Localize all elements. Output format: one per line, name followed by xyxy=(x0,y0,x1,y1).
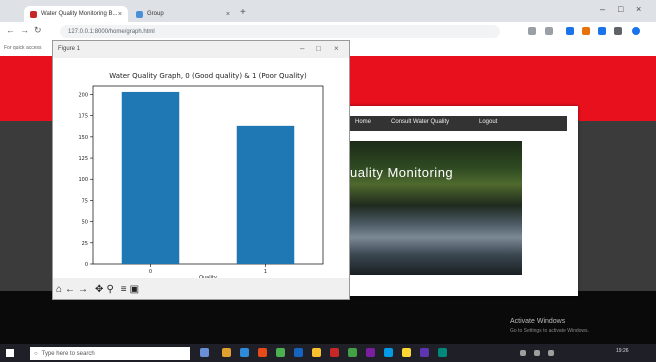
bar xyxy=(121,91,180,264)
address-bar[interactable]: 127.0.0.1:8000/home/graph.html xyxy=(60,25,500,38)
extension-icon[interactable] xyxy=(566,27,574,35)
y-tick-label: 175 xyxy=(78,114,88,120)
maximize-icon[interactable]: □ xyxy=(618,4,623,14)
bookmark-star-icon[interactable] xyxy=(528,27,536,35)
search-placeholder: Type here to search xyxy=(41,350,95,357)
app-icon[interactable] xyxy=(258,348,267,357)
y-tick-label: 125 xyxy=(78,156,88,162)
tab-close-icon[interactable]: × xyxy=(118,11,122,18)
app-icon[interactable] xyxy=(276,348,285,357)
app-icon[interactable] xyxy=(312,348,321,357)
task-view-icon[interactable] xyxy=(200,348,209,357)
app-icon[interactable] xyxy=(366,348,375,357)
site-favicon-icon xyxy=(30,10,37,18)
app-icon[interactable] xyxy=(330,348,339,357)
python-icon[interactable] xyxy=(402,348,411,357)
plot-window-title: Figure 1 xyxy=(58,46,81,52)
start-button[interactable] xyxy=(6,349,14,357)
y-tick-label: 50 xyxy=(82,220,88,226)
home-icon[interactable]: ⌂ xyxy=(56,284,62,296)
y-tick-label: 75 xyxy=(82,198,88,204)
taskbar-search[interactable]: ○ Type here to search xyxy=(30,347,190,360)
reload-icon[interactable]: ↻ xyxy=(34,25,42,36)
extension-icon[interactable] xyxy=(582,27,590,35)
extension-icon[interactable] xyxy=(598,27,606,35)
app-icon[interactable] xyxy=(438,348,447,357)
browser-tab-active[interactable]: Water Quality Monitoring B... × xyxy=(24,6,128,22)
taskbar-clock: 19:26 xyxy=(616,348,629,354)
group-favicon-icon xyxy=(136,10,143,18)
configure-icon[interactable]: ≡ xyxy=(121,284,127,296)
nav-home-link[interactable]: Home xyxy=(355,119,371,125)
x-axis-label: Quality xyxy=(199,275,217,278)
x-tick-label: 1 xyxy=(264,269,267,275)
bar-chart: Water Quality Graph, 0 (Good quality) & … xyxy=(78,72,324,281)
plot-close-icon[interactable]: × xyxy=(334,44,339,53)
app-icon[interactable] xyxy=(420,348,429,357)
search-icon: ○ xyxy=(34,350,38,357)
y-tick-label: 200 xyxy=(78,92,88,98)
battery-icon[interactable] xyxy=(548,350,554,356)
new-tab-icon[interactable]: + xyxy=(240,7,246,18)
app-icon[interactable] xyxy=(384,348,393,357)
edge-icon[interactable] xyxy=(240,348,249,357)
plot-figure: Water Quality Graph, 0 (Good quality) & … xyxy=(53,58,349,281)
bar xyxy=(236,125,295,264)
nav-logout-link[interactable]: Logout xyxy=(479,119,497,125)
forward-icon[interactable]: → xyxy=(20,25,29,35)
browser-tab[interactable]: Group × xyxy=(130,6,236,22)
minimize-icon[interactable]: – xyxy=(600,4,605,14)
chrome-icon[interactable] xyxy=(348,348,357,357)
tab-title: Water Quality Monitoring B... xyxy=(41,11,118,17)
url-text: 127.0.0.1:8000/home/graph.html xyxy=(68,28,155,35)
activate-windows-title: Activate Windows xyxy=(510,318,566,325)
profile-avatar-icon[interactable] xyxy=(632,27,640,35)
file-explorer-icon[interactable] xyxy=(222,348,231,357)
activate-windows-subtitle: Go to Settings to activate Windows. xyxy=(510,328,589,334)
hero-image xyxy=(346,141,522,275)
y-tick-label: 150 xyxy=(78,135,88,141)
site-navbar: Home Consult Water Quality Logout xyxy=(315,116,567,131)
x-tick-label: 0 xyxy=(149,269,152,275)
back-icon[interactable]: ← xyxy=(65,284,75,296)
y-tick-label: 25 xyxy=(82,241,88,247)
tab-close-icon[interactable]: × xyxy=(226,11,230,18)
forward-icon[interactable]: → xyxy=(78,284,88,296)
network-icon[interactable] xyxy=(520,350,526,356)
y-tick-label: 100 xyxy=(78,177,88,183)
nav-consult-link[interactable]: Consult Water Quality xyxy=(391,119,449,125)
extension-icon[interactable] xyxy=(614,27,622,35)
extension-icon[interactable] xyxy=(545,27,553,35)
plot-minimize-icon[interactable]: – xyxy=(300,44,304,53)
chart-title: Water Quality Graph, 0 (Good quality) & … xyxy=(109,72,307,80)
app-icon[interactable] xyxy=(294,348,303,357)
volume-icon[interactable] xyxy=(534,350,540,356)
back-icon[interactable]: ← xyxy=(6,25,15,35)
tab-title: Group xyxy=(147,11,164,17)
y-tick-label: 0 xyxy=(85,262,88,268)
plot-maximize-icon[interactable]: □ xyxy=(316,44,321,53)
save-icon[interactable]: ▣ xyxy=(130,284,139,296)
close-window-icon[interactable]: × xyxy=(636,4,641,14)
plot-toolbar: ⌂ ← → ✥ ⚲ ≡ ▣ xyxy=(56,282,139,298)
hero-title: uality Monitoring xyxy=(350,165,454,180)
zoom-icon[interactable]: ⚲ xyxy=(106,284,113,296)
pan-icon[interactable]: ✥ xyxy=(95,284,103,296)
